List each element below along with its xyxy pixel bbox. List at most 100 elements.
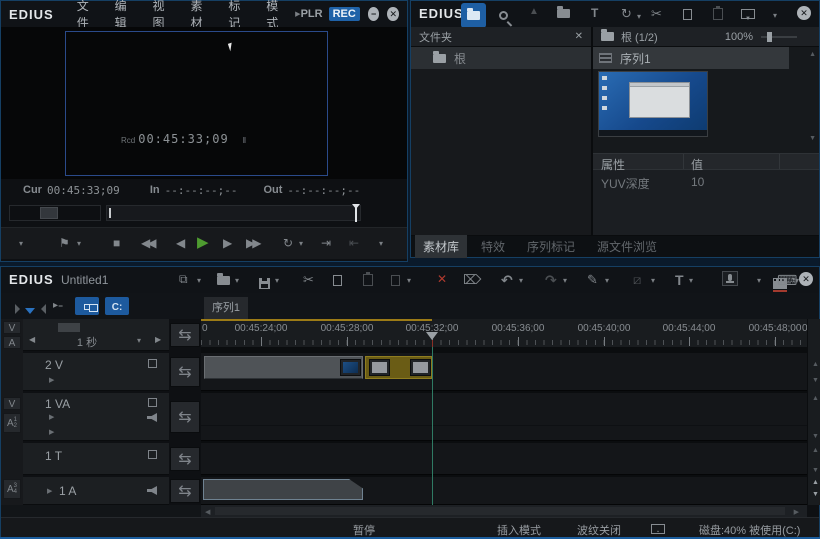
transform-icon[interactable]: ⧄ xyxy=(633,273,641,286)
scroll-down-icon[interactable]: ▼ xyxy=(812,491,819,498)
send-to-timeline-icon[interactable]: ▼ xyxy=(741,9,755,19)
bin-toolbar-chevron-icon[interactable]: ▾ xyxy=(773,12,777,20)
track-header-1a[interactable]: ▶ 1 A xyxy=(23,477,169,505)
timeline-close-icon[interactable]: ✕ xyxy=(799,272,813,286)
track-mute-icon[interactable] xyxy=(148,359,157,368)
scroll-down-icon[interactable]: ▼ xyxy=(812,467,819,474)
thumbnail-zoom-slider[interactable] xyxy=(761,36,797,38)
patch-audio-34[interactable]: A34 xyxy=(3,479,21,499)
lane-1a[interactable] xyxy=(201,477,807,505)
scroll-up-icon[interactable]: ▲ xyxy=(812,395,819,402)
delete-icon[interactable]: ✕ xyxy=(437,273,447,285)
sync-toggle-top[interactable]: ⇆ xyxy=(170,323,200,347)
position-bar[interactable] xyxy=(106,205,361,221)
scale-right-icon[interactable]: ▶ xyxy=(155,336,161,344)
cut-clip-icon[interactable]: ✂ xyxy=(303,273,314,286)
save-chevron-icon[interactable]: ▾ xyxy=(275,277,279,285)
edit-mode-label[interactable]: 插入模式 xyxy=(497,522,541,538)
thumbnail-zoom-handle[interactable] xyxy=(767,32,772,42)
redo-chevron-icon[interactable]: ▾ xyxy=(563,277,567,285)
step-forward-icon[interactable]: ▶ xyxy=(223,237,232,249)
timeline-ruler[interactable]: 0 00:45:24;00 00:45:28;00 00:45:32;00 00… xyxy=(201,319,807,347)
stop-icon[interactable]: ■ xyxy=(113,237,120,249)
undo-chevron-icon[interactable]: ▾ xyxy=(519,277,523,285)
speaker-icon[interactable] xyxy=(147,486,157,495)
replace-clip-icon[interactable] xyxy=(391,275,400,286)
patch-video-1va[interactable]: V xyxy=(3,397,21,410)
scale-dropdown-icon[interactable]: ▾ xyxy=(137,337,141,345)
transform-chevron-icon[interactable]: ▾ xyxy=(651,277,655,285)
close-icon[interactable]: ✕ xyxy=(387,7,399,21)
track-mute-icon[interactable] xyxy=(148,450,157,459)
scroll-up-icon[interactable]: ▲ xyxy=(812,361,819,368)
patch-audio-top[interactable]: A xyxy=(3,336,21,349)
paste-icon[interactable] xyxy=(713,8,723,20)
position-indicator[interactable] xyxy=(109,208,111,218)
player-mode-button[interactable]: PLR xyxy=(301,8,323,20)
scroll-left-icon[interactable]: ◀ xyxy=(205,508,210,516)
lane-2v[interactable] xyxy=(201,353,807,391)
playhead-handle[interactable] xyxy=(426,332,438,340)
ripple-mode-button[interactable]: C: xyxy=(105,297,129,315)
horizontal-scrollbar[interactable]: ◀ ▶ xyxy=(201,505,807,517)
transport-more-chevron-icon[interactable]: ▾ xyxy=(379,240,383,248)
voice-over-icon[interactable] xyxy=(722,271,738,286)
track-expand-icon[interactable]: ▶ xyxy=(49,376,54,384)
set-out-point-icon[interactable]: ⇤ xyxy=(349,237,359,249)
track-mute-icon[interactable] xyxy=(148,398,157,407)
playhead-line[interactable] xyxy=(432,347,433,505)
clip-list-item[interactable]: 序列1 xyxy=(593,47,789,69)
sequence-settings-icon[interactable]: ⧉ xyxy=(179,273,188,285)
paste-clip-icon[interactable] xyxy=(363,274,373,286)
minimize-icon[interactable]: − xyxy=(368,7,380,21)
sync-toggle-1a[interactable]: ⇆ xyxy=(170,479,200,503)
scroll-up-icon[interactable]: ▲ xyxy=(812,447,819,454)
search-icon[interactable] xyxy=(499,11,508,20)
track-expand-icon[interactable]: ▶ xyxy=(49,413,54,421)
sync-toggle-1va[interactable]: ⇆ xyxy=(170,401,200,433)
track-header-1t[interactable]: 1 T xyxy=(23,443,169,475)
sequence-tab[interactable]: 序列1 xyxy=(204,297,248,319)
clip-thumbnail[interactable] xyxy=(598,71,708,137)
transport-menu-chevron-icon[interactable]: ▾ xyxy=(19,240,23,248)
scroll-up-icon[interactable]: ▲ xyxy=(812,479,819,486)
track-expand2-icon[interactable]: ▶ xyxy=(49,428,54,436)
set-in-point-icon[interactable]: ⇥ xyxy=(321,237,331,249)
lane-1va[interactable] xyxy=(201,393,807,441)
timeline-clip-1[interactable] xyxy=(204,356,363,379)
bin-scroll-up-icon[interactable]: ▲ xyxy=(809,51,816,58)
timeline-clip-2-selected[interactable] xyxy=(365,356,432,379)
copy-clip-icon[interactable] xyxy=(333,275,342,286)
insert-overwrite-mode-icon[interactable] xyxy=(15,301,46,319)
open-folder-icon[interactable] xyxy=(557,9,570,18)
patch-video-top[interactable]: V xyxy=(3,321,21,334)
vertical-scrollbar[interactable]: ▲ ▼ ▲ ▼ ▲ ▼ ▲ ▼ xyxy=(807,319,820,505)
redo-icon[interactable]: ↷ xyxy=(545,273,557,287)
shuttle-slider[interactable] xyxy=(9,205,101,221)
folder-tree-close-icon[interactable]: ✕ xyxy=(575,32,583,42)
lane-1t[interactable] xyxy=(201,443,807,475)
title-tool-icon[interactable]: T xyxy=(675,273,684,287)
move-up-folder-icon[interactable]: ▲ xyxy=(529,7,539,17)
recorder-mode-button[interactable]: REC xyxy=(329,7,360,21)
track-header-2v[interactable]: 2 V ▶ xyxy=(23,353,169,391)
rewind-icon[interactable]: ◀◀ xyxy=(141,237,153,249)
tab-bin[interactable]: 素材库 xyxy=(415,235,467,258)
replace-chevron-icon[interactable]: ▾ xyxy=(407,277,411,285)
tab-sequence-marker[interactable]: 序列标记 xyxy=(519,235,583,258)
loop-playback-icon[interactable]: ↻ xyxy=(283,237,293,249)
marker-chevron-icon[interactable]: ▾ xyxy=(77,240,81,248)
copy-icon[interactable] xyxy=(683,9,692,20)
add-title-clip-icon[interactable]: T xyxy=(591,7,598,19)
sync-mode-icon[interactable]: ▸₌ xyxy=(53,301,63,311)
undo-icon[interactable]: ↶ xyxy=(501,273,513,287)
title-chevron-icon[interactable]: ▾ xyxy=(689,277,693,285)
scroll-right-icon[interactable]: ▶ xyxy=(794,508,799,516)
bin-scroll-down-icon[interactable]: ▼ xyxy=(809,135,816,142)
refresh-chevron-icon[interactable]: ▾ xyxy=(637,13,641,21)
open-project-chevron-icon[interactable]: ▾ xyxy=(235,277,239,285)
export-chevron-icon[interactable]: ▾ xyxy=(757,277,761,285)
scroll-down-icon[interactable]: ▼ xyxy=(812,433,819,440)
sync-toggle-2v[interactable]: ⇆ xyxy=(170,357,200,387)
refresh-icon[interactable]: ↻ xyxy=(621,7,632,20)
